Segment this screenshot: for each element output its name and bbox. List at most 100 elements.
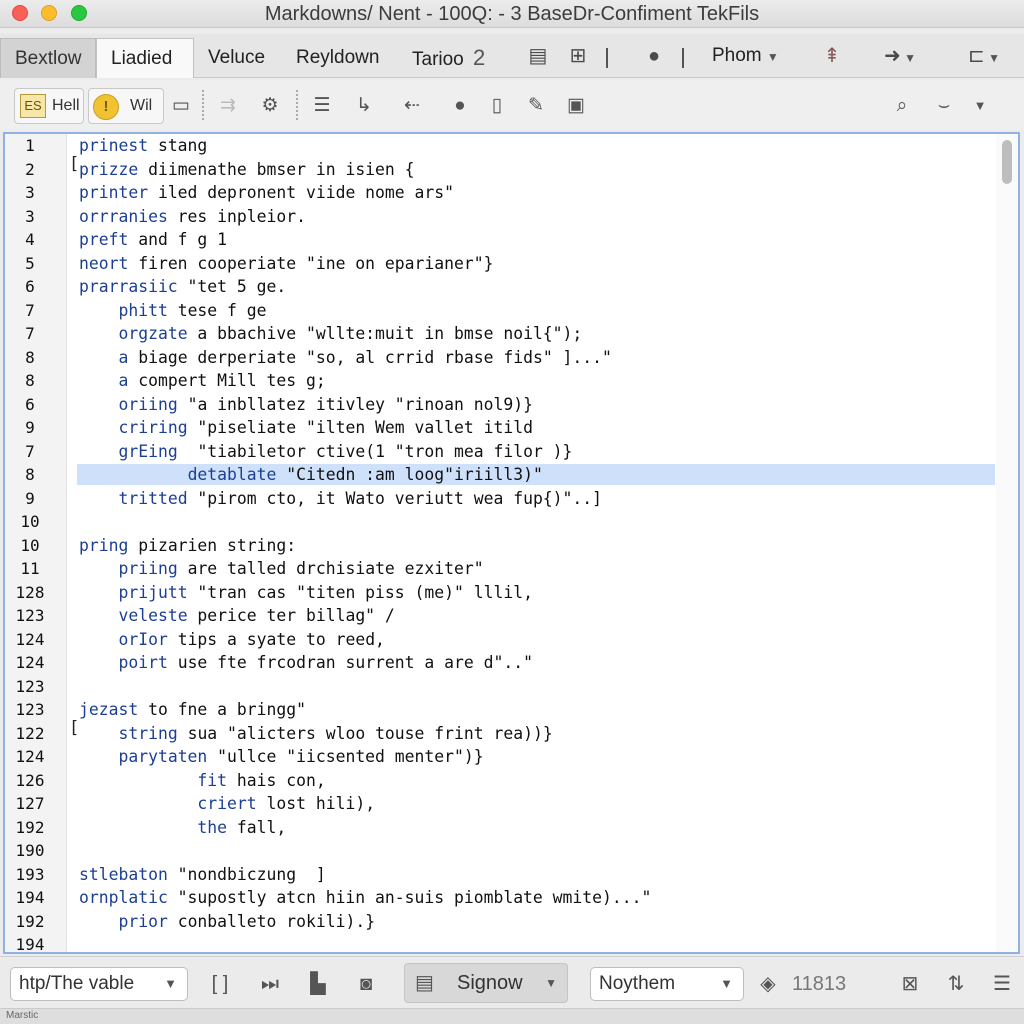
code-line[interactable]: 1 prinest stang — [5, 134, 995, 158]
code-line[interactable]: 8 detablate "Citedn :am loog"iriill3)" — [5, 463, 995, 487]
code-text: grEing "tiabiletor ctive(1 "tron mea fil… — [118, 441, 573, 461]
code-line[interactable]: 7 orgzate a bbachive "wllte:muit in bmse… — [5, 322, 995, 346]
code-line[interactable]: 8 a biage derperiate "so, al crrid rbase… — [5, 346, 995, 370]
list-icon: ▤ — [415, 972, 434, 994]
printer-icon[interactable]: ⊞ — [564, 42, 592, 70]
code-line[interactable]: 124 orIor tips a syate to reed, — [5, 628, 995, 652]
chevron-down-icon[interactable]: ▼ — [968, 92, 992, 120]
align-left-icon[interactable]: ☰ — [308, 92, 336, 120]
pin-icon[interactable]: ⇞ — [818, 42, 846, 70]
phom-dropdown[interactable]: Phom ▼ — [712, 42, 802, 70]
code-line[interactable]: 7 grEing "tiabiletor ctive(1 "tron mea f… — [5, 440, 995, 464]
fold-marker[interactable]: [ — [69, 718, 79, 738]
tab-veluce[interactable]: Veluce — [194, 38, 279, 78]
code-text: prior conballeto rokili).} — [118, 911, 376, 931]
code-line[interactable]: 127 criert lost hili), — [5, 792, 995, 816]
code-line[interactable]: 192 the fall, — [5, 816, 995, 840]
line-number: 5 — [25, 253, 35, 273]
arrow-left-right-icon[interactable]: ⇠ — [398, 92, 426, 120]
toolbar-separator — [296, 90, 298, 120]
terminal-icon[interactable]: ◙ — [352, 969, 380, 999]
code-line[interactable]: 128 prijutt "tran cas "titen piss (me)" … — [5, 581, 995, 605]
indent-icon[interactable]: ↳ — [350, 92, 378, 120]
line-number: 9 — [25, 418, 35, 437]
menu-list-icon[interactable]: ☰ — [988, 969, 1016, 999]
pencil-icon[interactable]: ✎ — [522, 92, 550, 120]
line-number: 7 — [25, 324, 35, 343]
comment-icon[interactable]: ● — [446, 92, 474, 120]
code-line[interactable]: 4 preft and f g 1 — [5, 228, 995, 252]
line-number: 190 — [15, 841, 45, 860]
code-editor[interactable]: 1 prinest stang 2 prizze diimenathe bmser i… — [3, 132, 1020, 954]
code-text: a compert Mill tes g; — [118, 371, 326, 390]
line-number: 193 — [15, 864, 45, 884]
code-line[interactable]: 126 fit hais con, — [5, 769, 995, 793]
adjust-icon[interactable]: ⇅ — [942, 969, 970, 999]
tab-liadied[interactable]: Liadied — [96, 38, 194, 78]
chevron-down-icon: ▼ — [720, 976, 733, 991]
code-line[interactable]: 3 printer iled depronent viide nome ars" — [5, 181, 995, 205]
search-icon[interactable]: ⌕ — [888, 92, 916, 120]
code-line[interactable]: 194 — [5, 933, 995, 952]
user-icon[interactable]: ● — [640, 42, 668, 70]
fold-marker[interactable]: [ — [69, 154, 79, 174]
code-text: neort firen cooperiate "ine on eparianer… — [79, 253, 494, 273]
path-select[interactable]: htp/The vable ▼ — [10, 967, 188, 1001]
toolbar: ES Hell ! Wil ▭ ⇉ ⚙ ☰ ↳ ⇠ ● ▯ ✎ ▣ ⌕ ⌣ ▼ — [0, 80, 1024, 130]
clipboard-icon[interactable]: ▯ — [484, 92, 510, 120]
line-number: 9 — [25, 488, 35, 508]
forward-dropdown[interactable]: ➜ ▼ — [872, 42, 928, 70]
title-bar: Markdowns/ Nent - 100Q: - 3 BaseDr-Confi… — [0, 0, 1024, 28]
skip-forward-icon[interactable]: ⏭ — [256, 969, 284, 999]
line-number: 3 — [25, 206, 35, 226]
signow-button[interactable]: ▤ Signow ▼ — [404, 963, 568, 1003]
encoding-select[interactable]: Noythem ▼ — [590, 967, 744, 1001]
code-line[interactable]: 192 prior conballeto rokili).} — [5, 910, 995, 934]
code-line[interactable]: 6 prarrasiic "tet 5 ge. — [5, 275, 995, 299]
line-number: 10 — [20, 512, 40, 531]
scrollbar-thumb[interactable] — [1002, 140, 1012, 184]
code-line[interactable]: 11 priing are talled drchisiate ezxiter" — [5, 557, 995, 581]
chevron-down-icon: ▼ — [164, 976, 177, 991]
code-line[interactable]: 123 — [5, 675, 995, 699]
tab-reyldown[interactable]: Reyldown — [282, 38, 393, 78]
vertical-scrollbar[interactable] — [996, 134, 1018, 952]
code-line[interactable]: 9 tritted "pirom cto, it Wato veriutt we… — [5, 487, 995, 511]
code-line[interactable]: 124 poirt use fte frcodran surrent a are… — [5, 651, 995, 675]
path-select-value: htp/The vable — [19, 973, 135, 994]
code-line[interactable]: 5 neort firen cooperiate "ine on epariane… — [5, 252, 995, 276]
code-line[interactable]: 10 pring pizarien string: — [5, 534, 995, 558]
code-text: tritted "pirom cto, it Wato veriutt wea … — [118, 488, 603, 508]
close-box-icon[interactable]: ⊠ — [896, 969, 924, 999]
redo-icon[interactable]: ⇉ — [214, 92, 242, 120]
stamp-icon[interactable]: ▙ — [304, 969, 332, 999]
line-number: 2 — [25, 159, 35, 179]
code-line[interactable]: 3 orrranies res inpleior. — [5, 205, 995, 229]
code-line[interactable]: 6 oriing "a inbllatez itivley "rinoan no… — [5, 393, 995, 417]
tab-bextlow[interactable]: Bextlow — [0, 38, 96, 78]
image-icon[interactable]: ▭ — [168, 92, 194, 120]
code-line[interactable]: 123 jezast to fne a bringg" — [5, 698, 995, 722]
layout-dropdown[interactable]: ⊏ ▼ — [954, 42, 1014, 70]
code-line[interactable]: 8 a compert Mill tes g; — [5, 369, 995, 393]
list-view-icon[interactable]: ▤ — [524, 42, 552, 70]
code-line[interactable]: 124 parytaten "ullce "iicsented menter")… — [5, 745, 995, 769]
picture-icon[interactable]: ▣ — [562, 92, 590, 120]
code-text: prizze diimenathe bmser in isien { — [79, 159, 415, 179]
code-line[interactable]: 10 — [5, 510, 995, 534]
code-line[interactable]: 194 ornplatic "supostly atcn hiin an-suis… — [5, 886, 995, 910]
code-line[interactable]: 122 string sua "alicters wloo touse frin… — [5, 722, 995, 746]
chevron-down-icon: ▼ — [984, 51, 1000, 65]
code-line[interactable]: 9 criring "piseliate "ilten Wem vallet i… — [5, 416, 995, 440]
code-line[interactable]: 7 phitt tese f ge — [5, 299, 995, 323]
link-icon[interactable]: ⌣ — [930, 92, 958, 120]
brackets-icon[interactable]: [ ] — [206, 969, 234, 999]
code-text: prinest stang — [79, 136, 208, 155]
code-line[interactable]: 123 veleste perice ter billag" / — [5, 604, 995, 628]
code-line[interactable]: 190 — [5, 839, 995, 863]
code-line[interactable]: 2 prizze diimenathe bmser in isien { — [5, 158, 995, 182]
gear-icon[interactable]: ⚙ — [256, 92, 284, 120]
item-count: 11813 — [792, 973, 847, 995]
code-line[interactable]: 193 stlebaton "nondbiczung ] — [5, 863, 995, 887]
tab-tarioo[interactable]: Tarioo 2 — [398, 38, 499, 78]
